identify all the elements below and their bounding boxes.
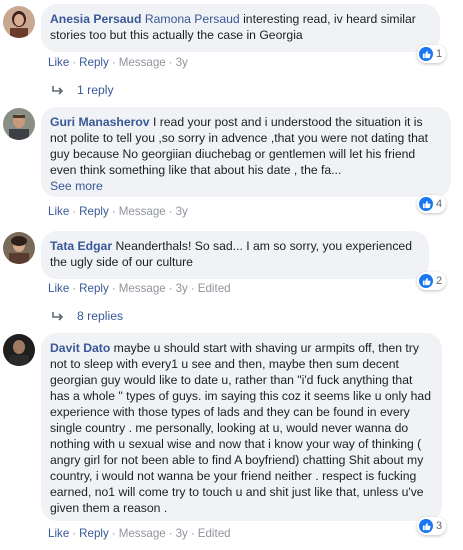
comment-author[interactable]: Davit Dato <box>50 341 110 355</box>
reaction-count-value: 1 <box>436 48 443 60</box>
like-thumb-icon <box>419 274 433 288</box>
reply-arrow-icon <box>52 85 64 95</box>
avatar[interactable] <box>3 334 35 366</box>
timestamp[interactable]: 3y <box>176 282 188 295</box>
message-button[interactable]: Message <box>119 56 166 69</box>
see-more-link[interactable]: See more <box>50 179 103 193</box>
message-button[interactable]: Message <box>119 282 166 295</box>
view-replies-link[interactable]: 1 reply <box>52 83 114 97</box>
like-thumb-icon <box>419 519 433 533</box>
comment-bubble: Davit Dato maybe u should start with sha… <box>41 333 442 521</box>
comment-text: maybe u should start with shaving ur arm… <box>50 341 431 515</box>
avatar[interactable] <box>3 6 35 38</box>
reply-button[interactable]: Reply <box>79 205 109 218</box>
like-button[interactable]: Like <box>48 205 69 218</box>
comment-author[interactable]: Anesia Persaud <box>50 12 141 26</box>
reaction-count[interactable]: 1 <box>417 45 447 63</box>
avatar[interactable] <box>3 232 35 264</box>
timestamp[interactable]: 3y <box>176 56 188 69</box>
like-button[interactable]: Like <box>48 56 69 69</box>
comment-actions: Like · Reply · Message · 3y <box>48 205 188 218</box>
reaction-count-value: 3 <box>436 520 443 532</box>
reply-button[interactable]: Reply <box>79 282 109 295</box>
reply-button[interactable]: Reply <box>79 56 109 69</box>
reply-arrow-icon <box>52 311 64 321</box>
like-button[interactable]: Like <box>48 282 69 295</box>
tagged-user[interactable]: Ramona Persaud <box>145 12 240 26</box>
message-button[interactable]: Message <box>119 205 166 218</box>
comment-actions: Like · Reply · Message · 3y <box>48 56 188 69</box>
edited-label[interactable]: Edited <box>198 282 231 295</box>
replies-label: 8 replies <box>77 309 124 323</box>
like-thumb-icon <box>419 197 433 211</box>
comment-bubble: Anesia Persaud Ramona Persaud interestin… <box>41 4 440 52</box>
edited-label[interactable]: Edited <box>198 527 231 540</box>
comment-actions: Like · Reply · Message · 3y · Edited <box>48 282 231 295</box>
comment-bubble: Guri Manasherov I read your post and i u… <box>41 107 451 197</box>
reaction-count[interactable]: 2 <box>417 272 447 290</box>
reply-button[interactable]: Reply <box>79 527 109 540</box>
like-thumb-icon <box>419 47 433 61</box>
comment-author[interactable]: Guri Manasherov <box>50 115 150 129</box>
reaction-count-value: 4 <box>436 198 443 210</box>
view-replies-link[interactable]: 8 replies <box>52 309 123 323</box>
comment-author[interactable]: Tata Edgar <box>50 239 112 253</box>
message-button[interactable]: Message <box>119 527 166 540</box>
reaction-count[interactable]: 4 <box>417 195 447 213</box>
reaction-count[interactable]: 3 <box>417 517 447 535</box>
avatar[interactable] <box>3 108 35 140</box>
comment-bubble: Tata Edgar Neanderthals! So sad... I am … <box>41 231 429 279</box>
replies-label: 1 reply <box>77 83 114 97</box>
timestamp[interactable]: 3y <box>176 527 188 540</box>
like-button[interactable]: Like <box>48 527 69 540</box>
reaction-count-value: 2 <box>436 275 443 287</box>
comment-actions: Like · Reply · Message · 3y · Edited <box>48 527 231 540</box>
timestamp[interactable]: 3y <box>176 205 188 218</box>
